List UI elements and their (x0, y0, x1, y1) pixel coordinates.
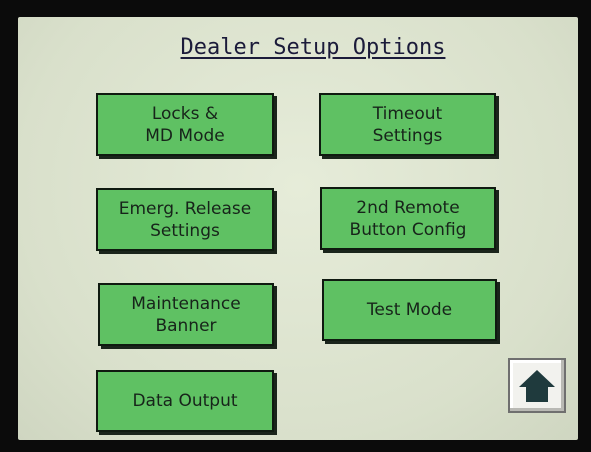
second-remote-button-config-button[interactable]: 2nd Remote Button Config (320, 187, 496, 250)
home-icon (519, 369, 555, 402)
device-bezel: Dealer Setup Options Locks & MD Mode Tim… (0, 0, 591, 452)
test-mode-button[interactable]: Test Mode (322, 279, 497, 341)
maintenance-banner-button[interactable]: Maintenance Banner (98, 283, 274, 346)
timeout-settings-button[interactable]: Timeout Settings (319, 93, 496, 156)
data-output-button[interactable]: Data Output (96, 370, 274, 432)
touch-screen: Dealer Setup Options Locks & MD Mode Tim… (18, 17, 578, 440)
locks-md-mode-button[interactable]: Locks & MD Mode (96, 93, 274, 156)
home-button[interactable] (508, 358, 566, 413)
page-title: Dealer Setup Options (180, 35, 446, 60)
emerg-release-settings-button[interactable]: Emerg. Release Settings (96, 188, 274, 251)
